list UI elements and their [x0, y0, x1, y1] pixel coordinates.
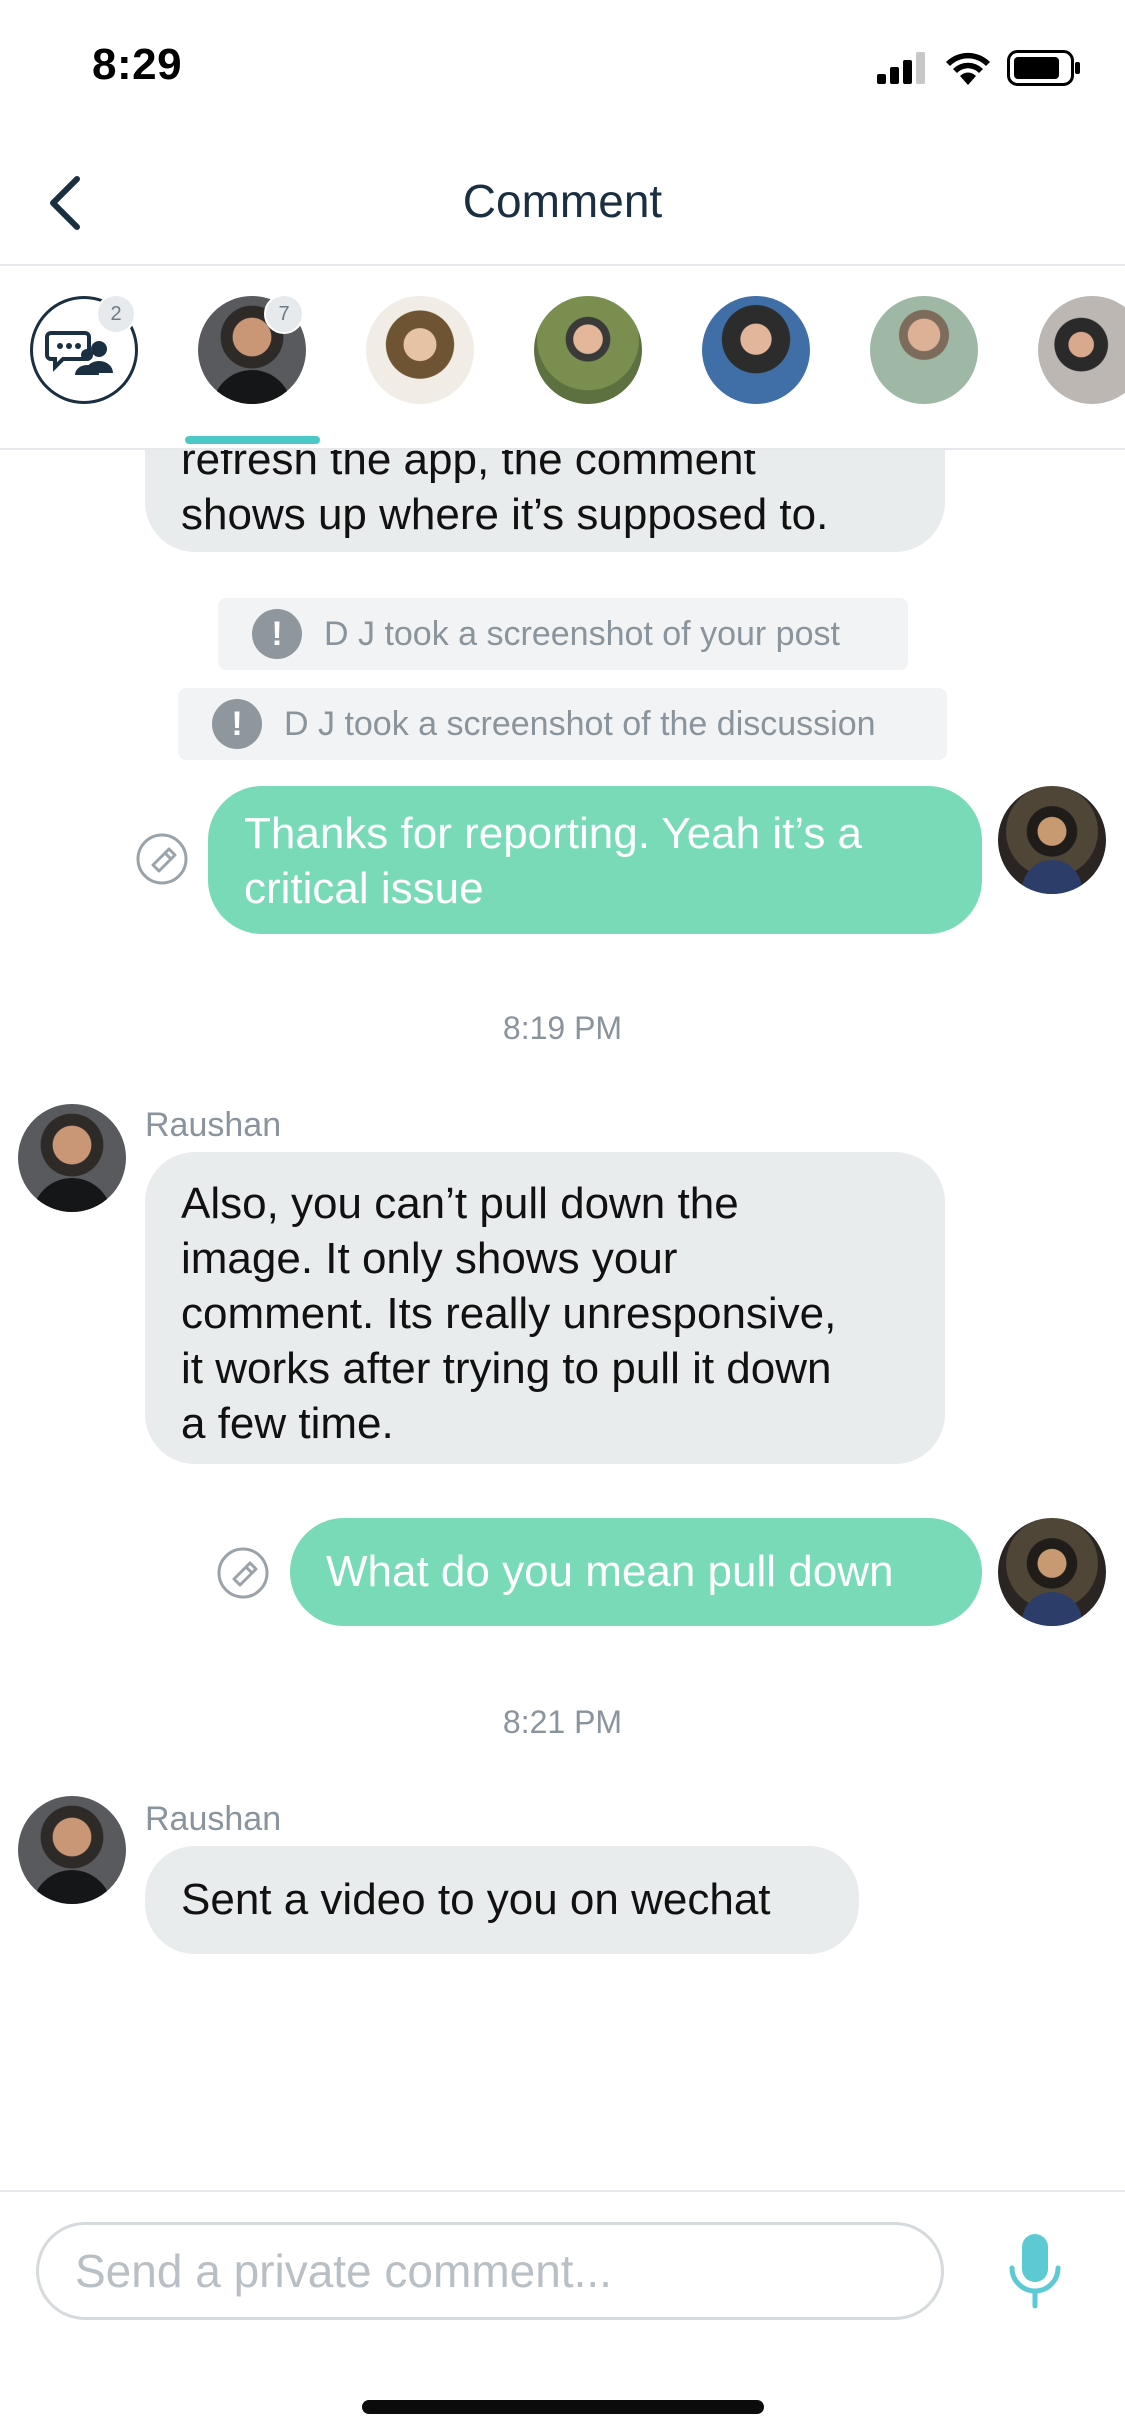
message-list[interactable]: refresh the app, the comment shows up wh…: [0, 450, 1125, 2190]
message-line: comment. Its really unresponsive,: [181, 1289, 837, 1338]
avatar-shirt: [1022, 860, 1082, 894]
home-indicator: [362, 2400, 764, 2414]
participant-avatar-4[interactable]: [702, 296, 810, 404]
timestamp: 8:19 PM: [502, 1010, 623, 1046]
message-line: image. It only shows your: [181, 1234, 678, 1283]
group-unread-badge: 2: [96, 294, 136, 334]
nav-bar: Comment: [0, 140, 1125, 266]
avatar-shirt: [212, 370, 292, 404]
participant-avatar-2[interactable]: [366, 296, 474, 404]
sender-name: Raushan: [145, 1800, 282, 1838]
message-bubble-outgoing: What do you mean pull down: [290, 1518, 982, 1626]
message-line: a few time.: [181, 1399, 394, 1448]
message-bubble-incoming: Sent a video to you on wechat: [145, 1846, 859, 1954]
page-title: Comment: [462, 175, 663, 227]
message-line: refresh the app, the comment: [181, 450, 756, 484]
avatar-shirt: [32, 1870, 112, 1904]
notice-text: D J took a screenshot of your post: [324, 614, 840, 653]
message-text: Sent a video to you on wechat: [181, 1875, 771, 1924]
sender-avatar-raushan[interactable]: [18, 1796, 126, 1904]
status-time: 8:29: [92, 40, 183, 89]
participant-avatar-5[interactable]: [870, 296, 978, 404]
erase-message-icon[interactable]: [135, 832, 189, 886]
screenshot-notice-discussion: ! D J took a screenshot of the discussio…: [178, 688, 947, 760]
my-avatar[interactable]: [998, 786, 1106, 894]
participants-strip: 2 7: [0, 268, 1125, 450]
message-line: Thanks for reporting. Yeah it’s a: [244, 809, 863, 858]
alert-icon: !: [212, 699, 262, 749]
timestamp: 8:21 PM: [502, 1704, 623, 1740]
alert-icon: !: [252, 609, 302, 659]
erase-message-icon[interactable]: [216, 1546, 270, 1600]
notice-text: D J took a screenshot of the discussion: [284, 704, 876, 743]
cellular-signal-icon: [877, 52, 925, 84]
message-bubble-incoming-partial: refresh the app, the comment shows up wh…: [145, 450, 945, 552]
wifi-icon: [946, 52, 990, 85]
status-icons: [877, 48, 1081, 88]
sender-name: Raushan: [145, 1106, 282, 1144]
selected-tab-indicator: [185, 436, 320, 444]
comment-input[interactable]: [36, 2222, 944, 2320]
message-line: Also, you can’t pull down the: [181, 1179, 739, 1228]
avatar-shirt: [32, 1178, 112, 1212]
message-line: critical issue: [244, 864, 484, 913]
microphone-icon[interactable]: [1005, 2232, 1065, 2312]
message-bubble-outgoing: Thanks for reporting. Yeah it’s a critic…: [208, 786, 982, 934]
participant-avatar-3[interactable]: [534, 296, 642, 404]
participant-avatar-6[interactable]: [1038, 296, 1125, 404]
message-line: shows up where it’s supposed to.: [181, 490, 829, 539]
battery-icon: [1007, 50, 1080, 86]
composer-bar: [0, 2190, 1125, 2436]
message-text: What do you mean pull down: [326, 1547, 894, 1596]
message-line: it works after trying to pull it down: [181, 1344, 832, 1393]
message-bubble-incoming: Also, you can’t pull down the image. It …: [145, 1152, 945, 1464]
participant-unread-badge: 7: [264, 294, 304, 334]
sender-avatar-raushan[interactable]: [18, 1104, 126, 1212]
avatar-shirt: [1022, 1592, 1082, 1626]
status-bar: 8:29: [0, 0, 1125, 140]
screenshot-notice-post: ! D J took a screenshot of your post: [218, 598, 908, 670]
my-avatar[interactable]: [998, 1518, 1106, 1626]
